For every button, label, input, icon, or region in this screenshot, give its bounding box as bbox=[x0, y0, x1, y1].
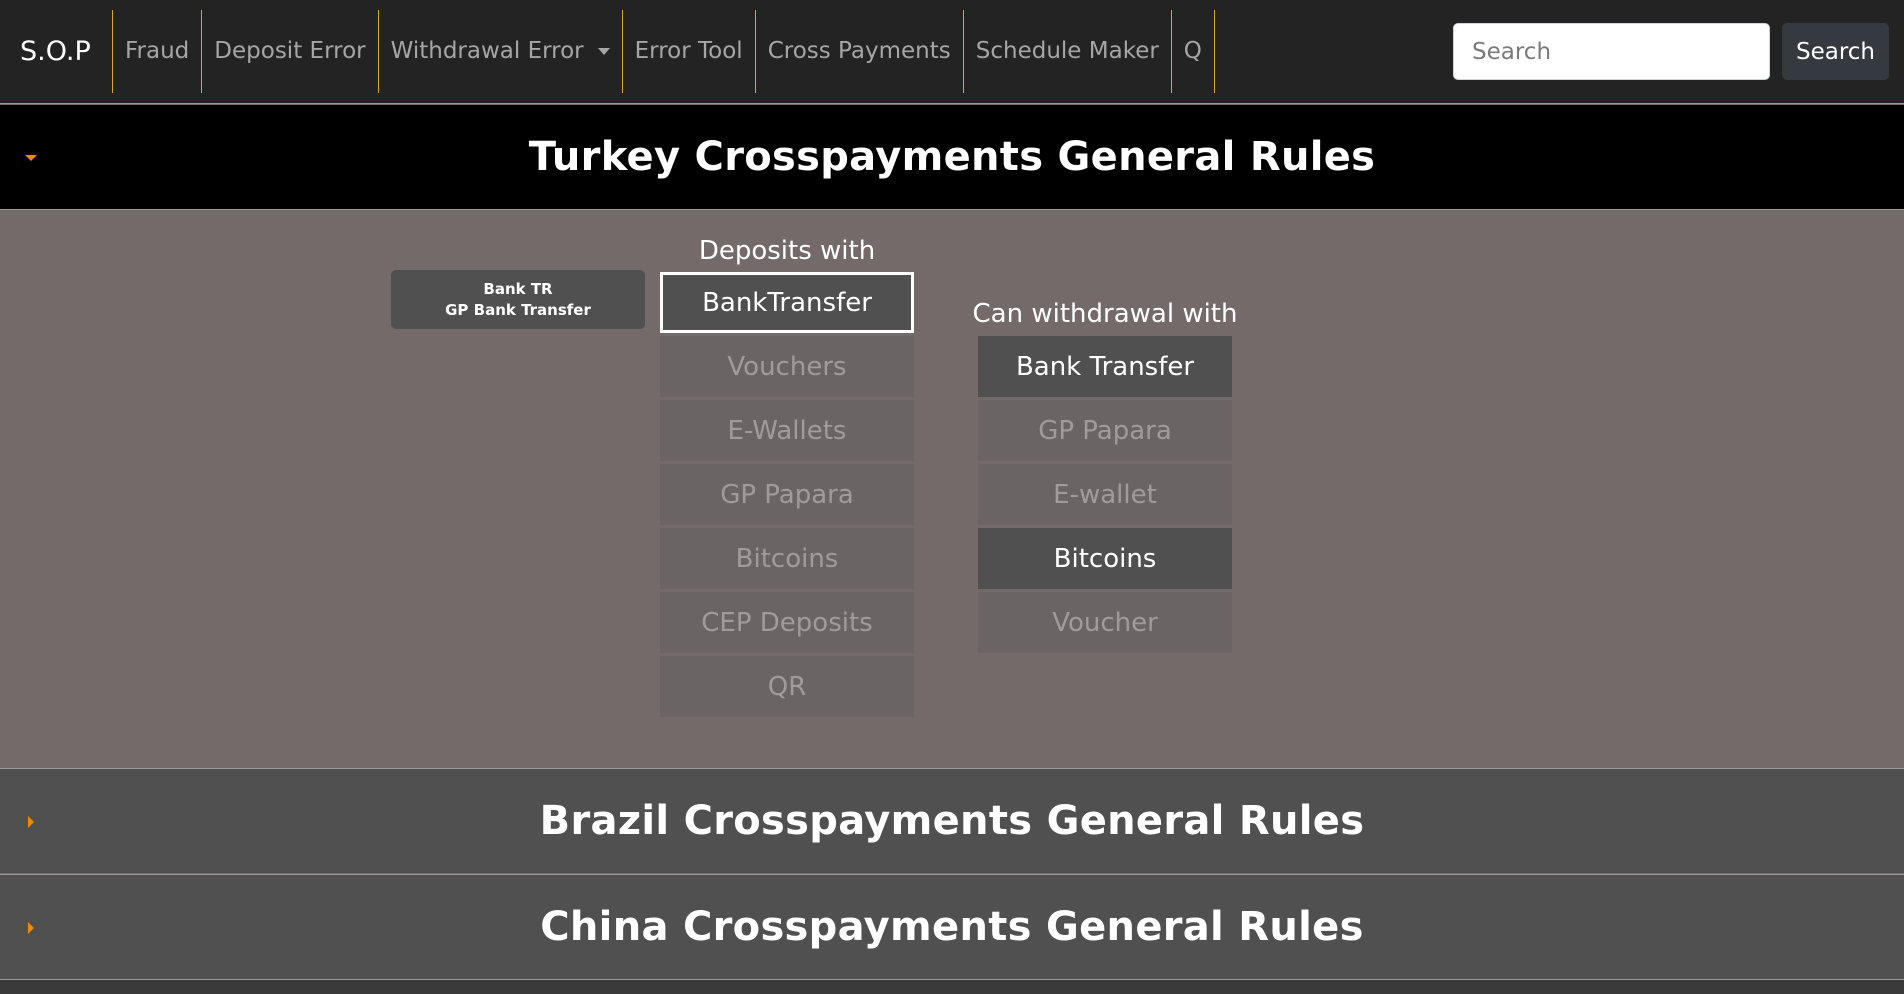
deposit-option-bank-transfer[interactable]: BankTransfer bbox=[660, 272, 914, 333]
nav-item-deposit-error[interactable]: Deposit Error bbox=[201, 10, 377, 93]
top-navbar: S.O.P Fraud Deposit Error Withdrawal Err… bbox=[0, 0, 1904, 104]
bank-tag-line1: Bank TR bbox=[483, 279, 553, 298]
withdrawal-option-gp-papara[interactable]: GP Papara bbox=[978, 400, 1232, 461]
caret-down-icon bbox=[25, 155, 37, 161]
withdrawal-option-voucher[interactable]: Voucher bbox=[978, 592, 1232, 653]
accordion-header-brazil[interactable]: Brazil Crosspayments General Rules bbox=[0, 768, 1904, 873]
caret-down-icon bbox=[597, 48, 610, 55]
withdrawals-title: Can withdrawal with bbox=[972, 299, 1238, 329]
brand-logo[interactable]: S.O.P bbox=[20, 0, 91, 104]
nav-item-cross-payments[interactable]: Cross Payments bbox=[754, 10, 963, 93]
deposit-option-e-wallets[interactable]: E-Wallets bbox=[660, 400, 914, 461]
deposit-option-gp-papara[interactable]: GP Papara bbox=[660, 464, 914, 525]
nav-menu: Fraud Deposit Error Withdrawal Error Err… bbox=[112, 10, 1215, 93]
deposit-option-bitcoins[interactable]: Bitcoins bbox=[660, 528, 914, 589]
deposit-option-vouchers[interactable]: Vouchers bbox=[660, 336, 914, 397]
withdrawal-option-e-wallet[interactable]: E-wallet bbox=[978, 464, 1232, 525]
accordion-header-next[interactable] bbox=[0, 979, 1904, 994]
nav-item-schedule-maker[interactable]: Schedule Maker bbox=[962, 10, 1171, 93]
section-title-china: China Crosspayments General Rules bbox=[540, 904, 1364, 950]
search-input[interactable] bbox=[1453, 23, 1770, 80]
bank-tag[interactable]: Bank TR GP Bank Transfer bbox=[391, 270, 645, 329]
nav-item-q[interactable]: Q bbox=[1170, 10, 1215, 93]
accordion-header-china[interactable]: China Crosspayments General Rules bbox=[0, 874, 1904, 979]
withdrawal-option-bank-transfer[interactable]: Bank Transfer bbox=[978, 336, 1232, 397]
search-button[interactable]: Search bbox=[1782, 23, 1889, 80]
nav-item-fraud[interactable]: Fraud bbox=[112, 10, 201, 93]
caret-right-icon bbox=[28, 922, 34, 934]
deposit-option-qr[interactable]: QR bbox=[660, 656, 914, 717]
nav-item-withdrawal-error-label: Withdrawal Error bbox=[390, 38, 584, 64]
nav-item-error-tool[interactable]: Error Tool bbox=[621, 10, 755, 93]
accordion-header-turkey[interactable]: Turkey Crosspayments General Rules bbox=[0, 105, 1904, 210]
deposit-option-cep-deposits[interactable]: CEP Deposits bbox=[660, 592, 914, 653]
caret-right-icon bbox=[28, 816, 34, 828]
nav-item-withdrawal-error-dropdown[interactable]: Withdrawal Error bbox=[377, 10, 622, 93]
deposits-title: Deposits with bbox=[698, 236, 876, 266]
section-title-brazil: Brazil Crosspayments General Rules bbox=[539, 798, 1365, 844]
bank-tag-line2: GP Bank Transfer bbox=[445, 300, 591, 319]
section-title-turkey: Turkey Crosspayments General Rules bbox=[528, 134, 1376, 180]
withdrawal-option-bitcoins[interactable]: Bitcoins bbox=[978, 528, 1232, 589]
